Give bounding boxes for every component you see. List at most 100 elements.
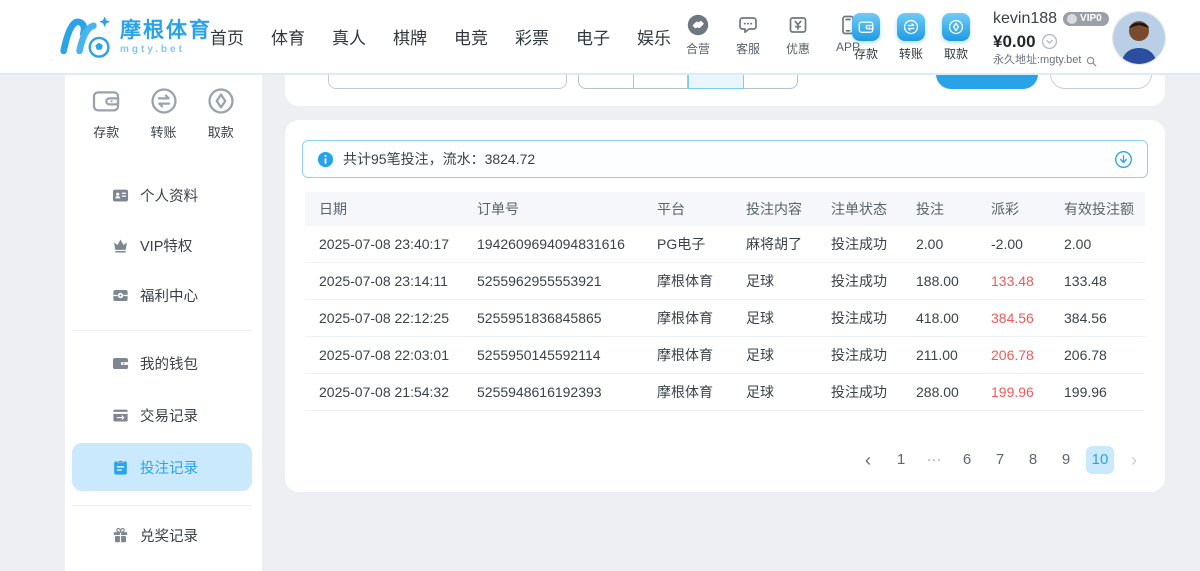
nav-item-8[interactable]: 娱乐 bbox=[637, 24, 671, 49]
column-header-4: 投注内容 bbox=[744, 199, 829, 219]
column-header-8: 有效投注额 bbox=[1062, 199, 1145, 219]
cell-col8: 133.48 bbox=[1062, 273, 1145, 289]
header-utility-support-label: 客服 bbox=[736, 40, 760, 57]
sidebar-divider-2 bbox=[72, 505, 252, 506]
sidebar-transfer-button[interactable]: 转账 bbox=[148, 85, 180, 141]
filter-range-group bbox=[578, 75, 798, 89]
pagination-page-9[interactable]: 9 bbox=[1053, 446, 1079, 474]
column-header-3: 平台 bbox=[655, 199, 744, 219]
cell-col5: 投注成功 bbox=[829, 382, 914, 402]
cell-col5: 投注成功 bbox=[829, 308, 914, 328]
cell-col3: 摩根体育 bbox=[655, 308, 744, 328]
nav-item-1[interactable]: 首页 bbox=[210, 24, 244, 49]
profile-icon bbox=[111, 186, 130, 205]
filter-range-option-1[interactable] bbox=[578, 75, 634, 89]
mywallet-icon bbox=[111, 354, 130, 373]
nav-item-2[interactable]: 体育 bbox=[271, 24, 305, 49]
avatar[interactable] bbox=[1112, 11, 1166, 65]
sidebar-item-welfare-label: 福利中心 bbox=[140, 285, 198, 306]
sidebar-deposit-button[interactable]: 存款 bbox=[90, 85, 122, 141]
cell-col2: 5255951836845865 bbox=[475, 310, 655, 326]
site-logo[interactable]: 摩根体育 mgty.bet bbox=[58, 11, 212, 63]
cell-col1: 2025-07-08 22:12:25 bbox=[305, 310, 475, 326]
transfer-icon bbox=[897, 13, 925, 41]
header-utility-support[interactable]: 客服 bbox=[730, 13, 766, 57]
nav-item-3[interactable]: 真人 bbox=[332, 24, 366, 49]
cell-col2: 5255962955553921 bbox=[475, 273, 655, 289]
table-header-row: 日期订单号平台投注内容注单状态投注派彩有效投注额 bbox=[305, 192, 1145, 226]
main-nav: 首页 体育 真人 棋牌 电竞 彩票 电子 娱乐 bbox=[210, 0, 671, 73]
header-withdraw-label: 取款 bbox=[944, 45, 968, 62]
filter-range-option-3[interactable] bbox=[688, 75, 744, 89]
table-row: 2025-07-08 22:12:255255951836845865摩根体育足… bbox=[305, 300, 1145, 337]
nav-item-5[interactable]: 电竞 bbox=[454, 24, 488, 49]
sidebar-item-bet-records[interactable]: 投注记录 bbox=[72, 443, 252, 491]
sidebar-item-vip[interactable]: VIP特权 bbox=[72, 228, 252, 262]
pagination-prev[interactable]: ‹ bbox=[855, 446, 881, 474]
header-utility-partnership[interactable]: 合营 bbox=[680, 13, 716, 57]
cell-col7: 199.96 bbox=[989, 384, 1062, 400]
pagination-page-6[interactable]: 6 bbox=[954, 446, 980, 474]
nav-item-7[interactable]: 电子 bbox=[576, 24, 610, 49]
sidebar-item-profile-label: 个人资料 bbox=[140, 185, 198, 206]
balance-chevron-down-icon[interactable] bbox=[1041, 33, 1058, 50]
header-deposit-button[interactable]: 存款 bbox=[850, 13, 882, 62]
header-quick-actions: 存款转账 取款 bbox=[850, 13, 972, 62]
magnifier-icon[interactable] bbox=[1085, 55, 1098, 68]
cell-col8: 206.78 bbox=[1062, 347, 1145, 363]
header-utility-group: 合营客服优惠APP bbox=[680, 13, 866, 57]
avatar-image bbox=[1113, 12, 1165, 64]
table-row: 2025-07-08 23:14:115255962955553921摩根体育足… bbox=[305, 263, 1145, 300]
sidebar-item-wallet-label: 我的钱包 bbox=[140, 353, 198, 374]
nav-item-6[interactable]: 彩票 bbox=[515, 24, 549, 49]
pagination-page-8[interactable]: 8 bbox=[1020, 446, 1046, 474]
column-header-7: 派彩 bbox=[989, 199, 1062, 219]
cell-col1: 2025-07-08 22:03:01 bbox=[305, 347, 475, 363]
sidebar-divider-1 bbox=[72, 330, 252, 331]
sidebar-item-vip-label: VIP特权 bbox=[140, 235, 192, 256]
cell-col4: 足球 bbox=[744, 271, 829, 291]
cell-col8: 199.96 bbox=[1062, 384, 1145, 400]
pagination-ellipsis: ··· bbox=[921, 446, 947, 474]
pagination-page-10: 10 bbox=[1086, 446, 1114, 474]
header-withdraw-button[interactable]: 取款 bbox=[940, 13, 972, 62]
column-header-5: 注单状态 bbox=[829, 199, 914, 219]
promo-icon bbox=[786, 13, 810, 37]
balance-amount: ¥0.00 bbox=[993, 31, 1036, 52]
column-header-6: 投注 bbox=[914, 199, 989, 219]
header-transfer-label: 转账 bbox=[899, 45, 923, 62]
sidebar-item-wallet[interactable]: 我的钱包 bbox=[72, 346, 252, 380]
filter-range-option-2[interactable] bbox=[634, 75, 689, 89]
cell-col7: 133.48 bbox=[989, 273, 1062, 289]
filter-secondary-button[interactable] bbox=[1050, 75, 1152, 89]
cell-col3: 摩根体育 bbox=[655, 271, 744, 291]
expand-down-icon[interactable] bbox=[1114, 150, 1133, 169]
transaction-icon bbox=[111, 406, 130, 425]
pagination-next[interactable]: › bbox=[1121, 446, 1147, 474]
bet-records-table: 日期订单号平台投注内容注单状态投注派彩有效投注额 2025-07-08 23:4… bbox=[305, 192, 1145, 411]
header-transfer-button[interactable]: 转账 bbox=[895, 13, 927, 62]
cell-col7: -2.00 bbox=[989, 236, 1062, 252]
nav-item-4[interactable]: 棋牌 bbox=[393, 24, 427, 49]
filter-date-input[interactable] bbox=[328, 75, 567, 89]
vip-icon bbox=[111, 236, 130, 255]
cell-col5: 投注成功 bbox=[829, 345, 914, 365]
filter-primary-button[interactable] bbox=[936, 75, 1038, 89]
sidebar-withdraw-button[interactable]: 取款 bbox=[205, 85, 237, 141]
cell-col6: 188.00 bbox=[914, 273, 989, 289]
pagination-page-1[interactable]: 1 bbox=[888, 446, 914, 474]
header-utility-promo[interactable]: 优惠 bbox=[780, 13, 816, 57]
sidebar-item-redeem[interactable]: 兑奖记录 bbox=[72, 518, 252, 552]
pagination-page-7[interactable]: 7 bbox=[987, 446, 1013, 474]
welfare-icon bbox=[111, 286, 130, 305]
sidebar-item-profile[interactable]: 个人资料 bbox=[72, 178, 252, 212]
cell-col6: 211.00 bbox=[914, 347, 989, 363]
username[interactable]: kevin188 bbox=[993, 9, 1057, 29]
cell-col8: 2.00 bbox=[1062, 236, 1145, 252]
sidebar-item-transactions[interactable]: 交易记录 bbox=[72, 398, 252, 432]
filter-range-option-4[interactable] bbox=[744, 75, 799, 89]
cell-col1: 2025-07-08 21:54:32 bbox=[305, 384, 475, 400]
summary-bar: 共计95笔投注，流水：3824.72 bbox=[302, 140, 1148, 178]
sidebar: 存款转账取款 个人资料 VIP特权福利中心我的钱包交易记录投注记录兑奖记录 bbox=[65, 75, 262, 571]
sidebar-item-welfare[interactable]: 福利中心 bbox=[72, 278, 252, 312]
